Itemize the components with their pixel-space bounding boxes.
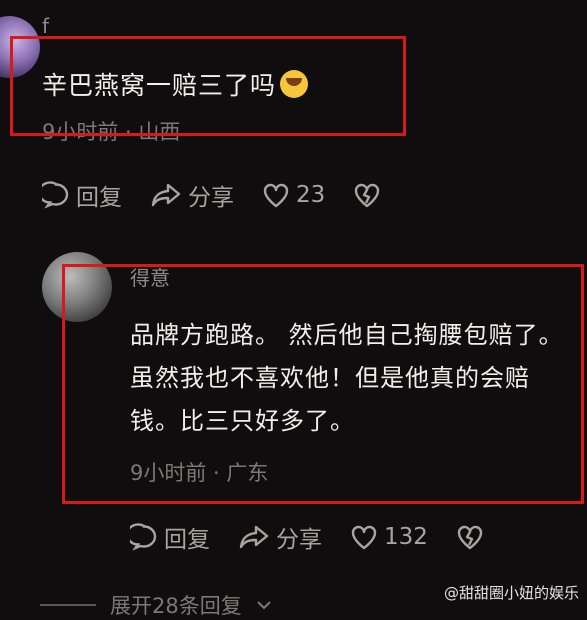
reply-button[interactable]: 回复 bbox=[130, 520, 210, 554]
reply-actions: 回复 分享 132 bbox=[130, 520, 484, 554]
dislike-heart-icon bbox=[355, 183, 380, 208]
share-button[interactable]: 分享 bbox=[150, 178, 234, 212]
expand-label: 展开28条回复 bbox=[110, 594, 242, 618]
dislike-button[interactable] bbox=[353, 182, 381, 208]
highlight-box bbox=[62, 264, 584, 504]
share-button[interactable]: 分享 bbox=[238, 520, 322, 554]
expand-replies-button[interactable]: 展开28条回复 bbox=[40, 590, 272, 620]
comment-actions: 回复 分享 23 bbox=[42, 178, 381, 212]
heart-icon bbox=[351, 525, 377, 550]
watermark: @甜甜圈小妞的娱乐 bbox=[443, 584, 579, 602]
like-button[interactable]: 132 bbox=[350, 524, 428, 550]
share-label: 分享 bbox=[188, 185, 234, 211]
like-count: 132 bbox=[384, 524, 428, 550]
reply-button[interactable]: 回复 bbox=[42, 178, 122, 212]
comment-icon bbox=[130, 523, 157, 551]
comment-icon bbox=[42, 181, 69, 209]
dislike-heart-icon bbox=[457, 525, 483, 550]
share-icon bbox=[239, 525, 269, 549]
chevron-down-icon bbox=[257, 601, 271, 610]
dislike-button[interactable] bbox=[456, 524, 484, 550]
share-icon bbox=[151, 183, 181, 207]
reply-label: 回复 bbox=[76, 185, 122, 211]
like-button[interactable]: 23 bbox=[262, 182, 325, 208]
share-label: 分享 bbox=[276, 527, 322, 553]
reply-label: 回复 bbox=[164, 527, 210, 553]
like-count: 23 bbox=[296, 182, 326, 208]
comment-username[interactable]: f_ bbox=[42, 14, 59, 38]
heart-icon bbox=[263, 183, 289, 208]
divider bbox=[40, 604, 96, 606]
highlight-box bbox=[10, 36, 406, 136]
